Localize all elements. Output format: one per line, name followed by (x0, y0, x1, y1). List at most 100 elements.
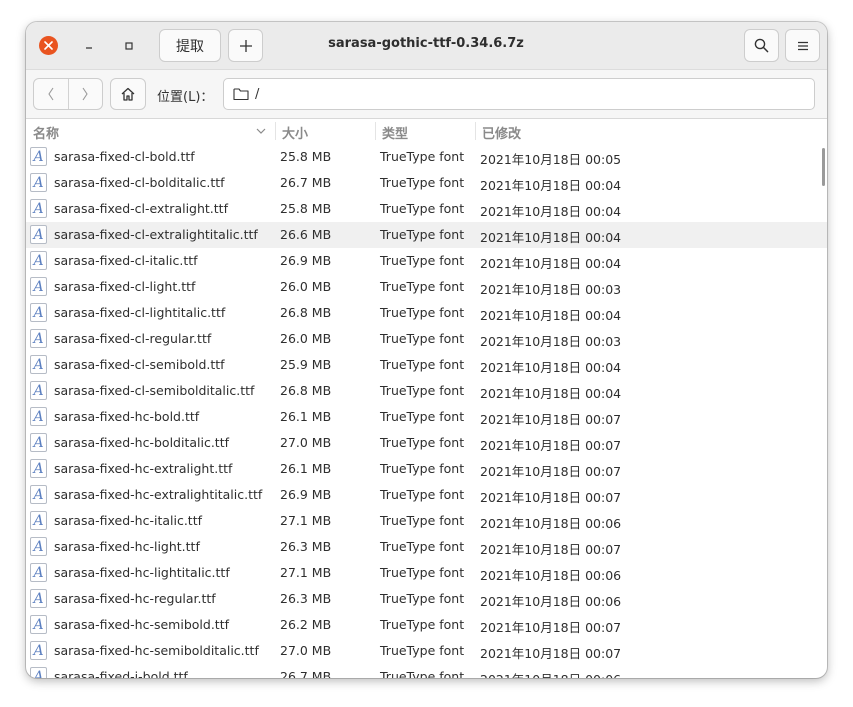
font-file-glyph: A (33, 538, 44, 555)
file-row[interactable]: Asarasa-fixed-cl-lightitalic.ttf 26.8 MB T… (26, 300, 827, 326)
close-icon (44, 41, 53, 50)
font-file-icon: A (30, 173, 47, 192)
file-modified: 2021年10月18日 00:04 (480, 386, 622, 401)
column-size-header[interactable]: 大小 (282, 123, 308, 142)
maximize-button[interactable] (118, 35, 139, 56)
sort-down-icon[interactable] (256, 128, 266, 135)
location-path-text: / (255, 86, 260, 102)
file-type: TrueType font (380, 331, 465, 346)
file-name: sarasa-fixed-hc-extralight.ttf (54, 461, 233, 476)
file-modified: 2021年10月18日 00:07 (480, 438, 622, 453)
file-type: TrueType font (380, 409, 465, 424)
font-file-glyph: A (33, 278, 44, 295)
file-name: sarasa-fixed-hc-extralightitalic.ttf (54, 487, 263, 502)
file-row[interactable]: Asarasa-fixed-hc-lightitalic.ttf 27.1 MB T… (26, 560, 827, 586)
back-button[interactable] (34, 79, 68, 109)
file-type: TrueType font (380, 539, 465, 554)
file-row[interactable]: Asarasa-fixed-hc-extralightitalic.ttf 26.… (26, 482, 827, 508)
search-icon (754, 38, 769, 53)
font-file-icon: A (30, 615, 47, 634)
font-file-glyph: A (33, 408, 44, 425)
font-file-icon: A (30, 667, 47, 678)
file-modified: 2021年10月18日 00:06 (480, 516, 622, 531)
folder-icon (233, 88, 249, 101)
font-file-icon: A (30, 355, 47, 374)
file-type: TrueType font (380, 305, 465, 320)
file-size: 27.1 MB (280, 513, 332, 528)
column-separator (475, 122, 476, 140)
font-file-glyph: A (33, 512, 44, 529)
file-row[interactable]: Asarasa-fixed-hc-regular.ttf 26.3 MB TrueT… (26, 586, 827, 612)
file-row[interactable]: Asarasa-fixed-hc-extralight.ttf 26.1 MB Tr… (26, 456, 827, 482)
file-modified: 2021年10月18日 00:04 (480, 308, 622, 323)
extract-label: 提取 (176, 38, 204, 55)
file-row[interactable]: Asarasa-fixed-cl-extralightitalic.ttf 26.… (26, 222, 827, 248)
file-size: 26.9 MB (280, 487, 332, 502)
file-type: TrueType font (380, 383, 465, 398)
file-size: 26.7 MB (280, 175, 332, 190)
file-modified: 2021年10月18日 00:04 (480, 256, 622, 271)
file-row[interactable]: Asarasa-fixed-hc-italic.ttf 27.1 MB TrueTy… (26, 508, 827, 534)
location-path-field[interactable]: / (223, 78, 815, 110)
home-button[interactable] (110, 78, 146, 110)
file-type: TrueType font (380, 643, 465, 658)
font-file-icon: A (30, 329, 47, 348)
file-modified: 2021年10月18日 00:06 (480, 669, 621, 678)
file-name: sarasa-fixed-hc-light.ttf (54, 539, 200, 554)
file-name: sarasa-fixed-cl-light.ttf (54, 279, 196, 294)
column-type-header[interactable]: 类型 (382, 123, 408, 142)
file-row[interactable]: Asarasa-fixed-hc-bold.ttf 26.1 MB TrueType… (26, 404, 827, 430)
file-type: TrueType font (380, 175, 465, 190)
font-file-glyph: A (33, 642, 44, 659)
file-name: sarasa-fixed-cl-bolditalic.ttf (54, 175, 225, 190)
file-row[interactable]: Asarasa-fixed-cl-italic.ttf 26.9 MB TrueTy… (26, 248, 827, 274)
file-modified: 2021年10月18日 00:04 (480, 204, 622, 219)
font-file-icon: A (30, 433, 47, 452)
file-modified: 2021年10月18日 00:03 (480, 334, 622, 349)
file-row[interactable]: Asarasa-fixed-j-bold.ttf 26.7 MB TrueType … (26, 664, 827, 678)
file-name: sarasa-fixed-cl-semibolditalic.ttf (54, 383, 255, 398)
column-modified-header[interactable]: 已修改 (482, 123, 521, 142)
file-name: sarasa-fixed-hc-bold.ttf (54, 409, 200, 424)
file-row[interactable]: Asarasa-fixed-hc-semibold.ttf 26.2 MB True… (26, 612, 827, 638)
file-row[interactable]: Asarasa-fixed-cl-light.ttf 26.0 MB TrueTyp… (26, 274, 827, 300)
file-type: TrueType font (380, 669, 465, 678)
location-label: 位置(L)： (157, 90, 214, 105)
column-name-header[interactable]: 名称 (33, 123, 59, 142)
file-row[interactable]: Asarasa-fixed-cl-bold.ttf 25.8 MB TrueType… (26, 144, 827, 170)
forward-button[interactable] (69, 79, 103, 109)
file-type: TrueType font (380, 279, 465, 294)
file-row[interactable]: Asarasa-fixed-cl-regular.ttf 26.0 MB TrueT… (26, 326, 827, 352)
font-file-icon: A (30, 147, 47, 166)
font-file-glyph: A (33, 148, 44, 165)
file-size: 25.8 MB (280, 201, 332, 216)
font-file-glyph: A (33, 226, 44, 243)
file-size: 26.8 MB (280, 305, 332, 320)
font-file-icon: A (30, 641, 47, 660)
search-button[interactable] (744, 29, 779, 62)
file-row[interactable]: Asarasa-fixed-cl-extralight.ttf 25.8 MB Tr… (26, 196, 827, 222)
vertical-scrollbar[interactable] (822, 148, 825, 186)
minimize-button[interactable] (78, 35, 99, 56)
file-row[interactable]: Asarasa-fixed-cl-bolditalic.ttf 26.7 MB Tr… (26, 170, 827, 196)
add-button[interactable] (228, 29, 263, 62)
file-size: 26.3 MB (280, 539, 332, 554)
file-row[interactable]: Asarasa-fixed-hc-light.ttf 26.3 MB TrueTyp… (26, 534, 827, 560)
file-row[interactable]: Asarasa-fixed-cl-semibolditalic.ttf 26.8 … (26, 378, 827, 404)
font-file-icon: A (30, 381, 47, 400)
menu-button[interactable] (785, 29, 820, 62)
file-size: 26.9 MB (280, 253, 332, 268)
file-type: TrueType font (380, 357, 465, 372)
file-name: sarasa-fixed-hc-semibold.ttf (54, 617, 229, 632)
file-row[interactable]: Asarasa-fixed-cl-semibold.ttf 25.9 MB True… (26, 352, 827, 378)
file-modified: 2021年10月18日 00:07 (480, 620, 622, 635)
font-file-glyph: A (33, 382, 44, 399)
file-row[interactable]: Asarasa-fixed-hc-bolditalic.ttf 27.0 MB Tr… (26, 430, 827, 456)
font-file-glyph: A (33, 668, 44, 679)
file-name: sarasa-fixed-cl-extralight.ttf (54, 201, 228, 216)
file-name: sarasa-fixed-hc-italic.ttf (54, 513, 203, 528)
extract-button[interactable]: 提取 (159, 29, 221, 62)
file-row[interactable]: Asarasa-fixed-hc-semibolditalic.ttf 27.0 … (26, 638, 827, 664)
close-button[interactable] (39, 36, 58, 55)
file-modified: 2021年10月18日 00:03 (480, 282, 622, 297)
